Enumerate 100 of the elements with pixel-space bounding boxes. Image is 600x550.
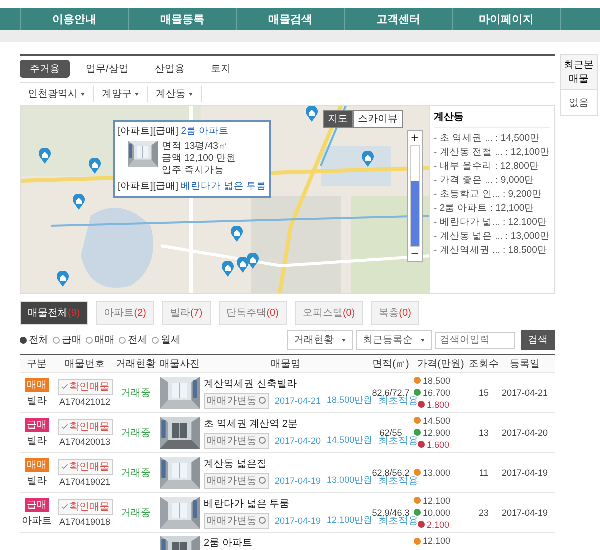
column-header: 등록일 — [510, 358, 540, 370]
registered-date: 2017-04-21 — [502, 388, 548, 398]
listing-number: A170421012 — [59, 396, 111, 406]
view-count: 23 — [478, 508, 489, 518]
category-tab[interactable]: 토지 — [200, 60, 241, 78]
clock-icon — [259, 477, 266, 484]
category-tab[interactable]: 산업용 — [144, 60, 195, 78]
price-value: 18,500 — [414, 376, 451, 386]
listing-number: A170419018 — [59, 516, 111, 526]
property-tab[interactable]: 빌라(7) — [162, 301, 211, 325]
verified-badge: 확인매물 — [58, 498, 112, 514]
change-date: 2017-04-20 — [275, 436, 322, 446]
property-tab[interactable]: 아파트(2) — [96, 301, 154, 325]
deal-tag: 매매 — [25, 458, 49, 472]
change-price: 13,000만원 — [327, 475, 373, 487]
property-tab[interactable]: 매물전체(9) — [20, 301, 88, 325]
listing-link[interactable]: - 계산동 전철 ... : 12,100만 — [434, 146, 550, 160]
listing-link[interactable]: - 초등학교 인... : 9,200만 — [434, 188, 550, 202]
check-icon — [60, 462, 68, 470]
price-change-button[interactable]: 매매가변동 — [204, 472, 269, 488]
view-count: 15 — [478, 388, 489, 398]
listing-link[interactable]: - 내부 올수리 : 12,800만 — [434, 160, 550, 174]
price-value: 10,000 — [414, 508, 451, 518]
column-header: 면적(㎡) — [372, 358, 410, 370]
change-note: 최초적용 — [378, 476, 419, 488]
empty-message: 없음 — [568, 97, 590, 111]
deal-tag: 매매 — [25, 378, 49, 392]
change-price: 12,100만원 — [327, 515, 373, 527]
column-header: 거래현황 — [116, 358, 156, 370]
price-change-button[interactable]: 매매가변동 — [204, 432, 269, 448]
listing-number: A170420013 — [59, 436, 111, 446]
listing-link[interactable]: - 계산역세권 ... : 18,500만 — [434, 244, 550, 258]
column-header: 구분 — [27, 358, 47, 370]
deal-radio[interactable]: 전체 — [20, 333, 49, 347]
view-count: 13 — [478, 428, 489, 438]
sort-dropdown[interactable]: 거래현황 — [287, 330, 353, 350]
deal-tag: 급매 — [25, 418, 49, 432]
change-price: 18,500만원 — [327, 395, 373, 407]
property-type: 빌라 — [27, 394, 47, 408]
column-header: 가격(만원) — [418, 358, 464, 370]
price-change-button[interactable]: 매매가변동 — [204, 392, 269, 408]
listing-title[interactable]: 계산동 넓은집 — [204, 456, 267, 470]
price-type-icon — [414, 538, 421, 544]
listing-title[interactable]: 베란다가 넓은 투룸 — [204, 496, 290, 510]
clock-icon — [259, 397, 266, 404]
listing-title[interactable]: 초 역세권 계산역 2분 — [204, 416, 298, 430]
deal-status: 거래중 — [121, 426, 151, 440]
listing-link[interactable]: - 초 역세권 ... : 14,500만 — [434, 132, 550, 146]
listing-number: A170419021 — [59, 476, 111, 486]
property-tab[interactable]: 복층(0) — [371, 301, 420, 325]
property-type: 빌라 — [27, 434, 47, 448]
price-change-button[interactable]: 매매가변동 — [204, 512, 269, 528]
caret-icon — [135, 92, 139, 96]
change-date: 2017-04-19 — [275, 476, 322, 486]
registered-date: 2017-04-19 — [502, 508, 548, 518]
listing-link[interactable]: - 가격 좋은 ... : 9,000만 — [434, 174, 550, 188]
property-type: 빌라 — [27, 474, 47, 488]
caret-icon — [189, 92, 193, 96]
column-header: 매물번호 — [65, 358, 105, 370]
property-tab[interactable]: 단독주택(0) — [218, 301, 287, 325]
price-value: 16,700 — [414, 388, 451, 398]
deal-radio[interactable]: 전세 — [119, 333, 148, 347]
caret-icon — [421, 338, 425, 342]
caret-icon — [81, 92, 85, 96]
clock-icon — [259, 517, 266, 524]
category-tab[interactable]: 업무/상업 — [76, 60, 139, 78]
deal-tag: 급매 — [25, 498, 49, 512]
deal-radio[interactable]: 매매 — [86, 333, 115, 347]
area-value: 52.9/46.3 — [372, 508, 410, 518]
deal-status: 거래중 — [121, 466, 151, 480]
deal-radio[interactable]: 급매 — [53, 333, 82, 347]
property-type: 아파트 — [22, 514, 52, 528]
area-title: 계산동 — [434, 110, 550, 128]
area-value: 62.8/56.2 — [372, 468, 410, 478]
deal-status: 거래중 — [121, 386, 151, 400]
verified-badge: 확인매물 — [58, 458, 112, 474]
listing-title[interactable]: 계산역세권 신축빌라 — [204, 376, 297, 390]
listing-title[interactable]: 2룸 아파트 — [204, 536, 252, 550]
clock-icon — [259, 437, 266, 444]
search-field[interactable]: 검색어입력 — [435, 332, 515, 348]
listing-link[interactable]: - 계산동 넓은 ... : 13,000만 — [434, 230, 550, 244]
view-count: 11 — [479, 468, 489, 478]
check-icon — [60, 422, 68, 430]
price-value: 12,100 — [414, 496, 451, 506]
deal-radio[interactable]: 월세 — [152, 333, 181, 347]
price-type-icon — [414, 469, 421, 476]
search-button[interactable]: 검색 — [521, 330, 555, 350]
sort-dropdown[interactable]: 최근등록순 — [356, 330, 432, 350]
registered-date: 2017-04-19 — [502, 468, 548, 478]
registered-date: 2017-04-20 — [502, 428, 548, 438]
column-header: 매물명 — [271, 358, 301, 370]
verified-badge: 확인매물 — [58, 418, 112, 434]
change-date: 2017-04-21 — [275, 396, 322, 406]
property-tab[interactable]: 오피스텔(0) — [294, 301, 364, 325]
check-icon — [60, 502, 68, 510]
listing-link[interactable]: - 베란다가 넓... : 12,100만 — [434, 216, 550, 230]
category-tab[interactable]: 주거용 — [20, 60, 70, 78]
listing-link[interactable]: - 2룸 아파트 : 12,100만 — [434, 202, 550, 216]
area-value: 82.6/72.7 — [372, 388, 410, 398]
panel-title: 최근본매물 — [561, 55, 597, 90]
